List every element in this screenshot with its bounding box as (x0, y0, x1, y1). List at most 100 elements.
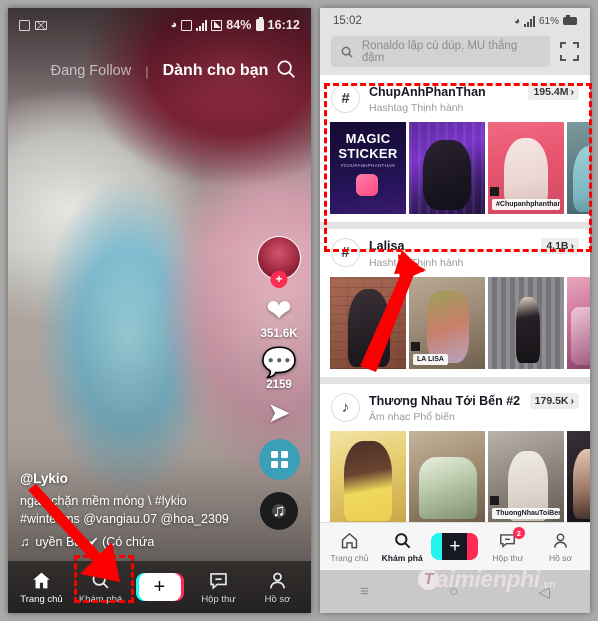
tab-for-you[interactable]: Dành cho bạn (163, 62, 269, 80)
thumbnail-item[interactable] (488, 276, 564, 369)
thumb-title-line1: MAGIC (345, 131, 391, 147)
signal-icon (523, 15, 535, 27)
profile-icon (267, 570, 288, 592)
battery-icon (255, 17, 264, 31)
thumbnail-strip[interactable]: ThuongNhauToiBen (320, 430, 590, 523)
qr-scan-icon[interactable] (560, 42, 579, 61)
thumbnail-item[interactable] (409, 430, 485, 523)
feed-card-hashtag-lalisa[interactable]: # Lalisa Hashtag Thịnh hành 4.1B › LA LI… (320, 229, 590, 377)
thumb-label: LA LISA (413, 353, 448, 365)
grid-button[interactable] (258, 439, 300, 480)
thumbnail-item[interactable]: ThuongNhauToiBen (488, 430, 564, 523)
share-button[interactable]: ➤ (267, 397, 291, 428)
clock: 15:02 (333, 15, 362, 27)
sim-icon (181, 19, 193, 31)
data-icon (211, 19, 223, 31)
card-header: # ChupAnhPhanThan Hashtag Thịnh hành 195… (320, 84, 590, 122)
like-button[interactable]: ❤ 351.6K (260, 295, 297, 340)
follow-button[interactable]: + (270, 271, 288, 288)
thumbnail-item[interactable]: LA LISA (409, 276, 485, 369)
tiktok-badge-icon (490, 187, 499, 197)
clock: 16:12 (267, 18, 300, 32)
home-icon (340, 530, 359, 551)
thumbnail-strip[interactable]: LA LISA (320, 276, 590, 369)
battery-icon (563, 15, 577, 25)
recents-icon[interactable]: ≡ (360, 583, 369, 600)
card-subtitle: Âm nhạc Phổ biến (369, 410, 455, 423)
comment-icon: 💬 (260, 347, 298, 379)
search-icon (341, 46, 353, 58)
thumbnail-item[interactable]: MAGIC STICKER #CHUPANHPHANTHAN (330, 122, 406, 215)
search-placeholder: Ronaldo lặp cú dúp, MU thắng đậm (361, 39, 518, 64)
nav-item-home[interactable]: Trang chủ (324, 530, 374, 563)
count-badge[interactable]: 195.4M › (528, 84, 579, 100)
chevron-right-icon: › (570, 240, 575, 253)
share-icon: ➤ (267, 397, 291, 428)
search-icon[interactable] (275, 58, 297, 85)
nav-item-home[interactable]: Trang chủ (15, 570, 69, 605)
card-title: Lalisa (369, 239, 405, 254)
thumb-label: #Chupanhphanthan (492, 199, 561, 211)
count-badge[interactable]: 179.5K › (529, 392, 579, 409)
tab-divider: | (145, 63, 149, 79)
left-top-tabs: Đang Follow | Dành cho bạn (8, 56, 311, 86)
thumbnail-item[interactable] (567, 430, 590, 523)
thumb-label: ThuongNhauToiBen (492, 507, 561, 519)
thumbnail-item[interactable]: #Chupanhphanthan (488, 122, 564, 215)
battery-percent: 61% (538, 15, 559, 27)
hashtag-icon: # (331, 238, 360, 268)
nav-item-create[interactable]: + (430, 533, 480, 560)
count-badge[interactable]: 4.1B › (541, 238, 579, 255)
card-title: ChupAnhPhanThan (369, 85, 486, 99)
thumbnail-item[interactable] (409, 122, 485, 215)
discover-feed[interactable]: # ChupAnhPhanThan Hashtag Thịnh hành 195… (320, 75, 590, 531)
chevron-right-icon: › (570, 86, 575, 98)
tab-following[interactable]: Đang Follow (51, 63, 132, 79)
search-bar: Ronaldo lặp cú dúp, MU thắng đậm (320, 34, 590, 75)
nav-label-inbox: Hộp thư (201, 593, 236, 605)
wifi-icon: ◕ (513, 15, 520, 27)
battery-percent: 84% (226, 18, 252, 32)
card-title: Thương Nhau Tới Bến #2 (369, 393, 521, 408)
nav-item-discover[interactable]: Khám phá (377, 530, 427, 563)
nav-item-profile[interactable]: Hồ sơ (536, 530, 586, 563)
left-phone-screen: ◕ 84% 16:12 Đang Follow | Dành cho bạn + (8, 8, 311, 613)
envelope-icon (35, 20, 47, 30)
music-note-icon: ♫ (20, 534, 30, 549)
thumbnail-item[interactable] (567, 122, 590, 215)
grid-icon (270, 451, 288, 468)
card-subtitle: Hashtag Thịnh hành (369, 102, 464, 115)
android-system-nav: ≡ ○ ◁ (320, 570, 590, 613)
count-value: 4.1B (546, 240, 569, 253)
screenshot-root: ◕ 84% 16:12 Đang Follow | Dành cho bạn + (0, 0, 598, 621)
music-disc-icon[interactable]: ♫ (260, 492, 298, 530)
back-icon[interactable]: ◁ (538, 583, 550, 601)
nav-item-profile[interactable]: Hồ sơ (251, 570, 305, 605)
thumbnail-item[interactable] (567, 276, 590, 369)
plus-icon: + (135, 573, 184, 601)
nav-item-create[interactable]: + (133, 573, 187, 601)
avatar[interactable]: + (257, 236, 301, 288)
nav-label-profile: Hồ sơ (264, 593, 291, 605)
left-bottom-nav: Trang chủ Khám phá + Hộp thư Hồ sơ (8, 561, 311, 613)
search-input[interactable]: Ronaldo lặp cú dúp, MU thắng đậm (331, 36, 550, 67)
count-value: 179.5K (534, 394, 569, 407)
feed-card-music-thuongnhautoiben[interactable]: ♪ Thương Nhau Tới Bến #2 Âm nhạc Phổ biế… (320, 383, 590, 531)
caption-music[interactable]: ♫ uyền Bảo✔ (Có chứa (20, 533, 232, 551)
comment-count: 2159 (266, 379, 292, 391)
wifi-icon: ◕ (170, 18, 178, 31)
nav-label-home: Trang chủ (20, 593, 63, 605)
thumb-subtext: #CHUPANHPHANTHAN (341, 163, 395, 169)
nav-item-discover[interactable]: Khám phá (74, 570, 128, 605)
nav-item-inbox[interactable]: Hộp thư (192, 570, 246, 605)
home-icon[interactable]: ○ (449, 583, 458, 600)
thumbnail-strip[interactable]: MAGIC STICKER #CHUPANHPHANTHAN #Chupanhp… (320, 122, 590, 215)
inbox-badge: 2 (512, 527, 525, 539)
caption-username[interactable]: @Lykio (20, 469, 232, 489)
feed-card-hashtag-chupanhphanthan[interactable]: # ChupAnhPhanThan Hashtag Thịnh hành 195… (320, 75, 590, 223)
thumbnail-item[interactable] (330, 276, 406, 369)
nav-item-inbox[interactable]: 2 Hộp thư (483, 527, 533, 563)
comment-button[interactable]: 💬 2159 (260, 347, 298, 392)
thumbnail-item[interactable] (330, 430, 406, 523)
signal-icon (196, 19, 208, 31)
